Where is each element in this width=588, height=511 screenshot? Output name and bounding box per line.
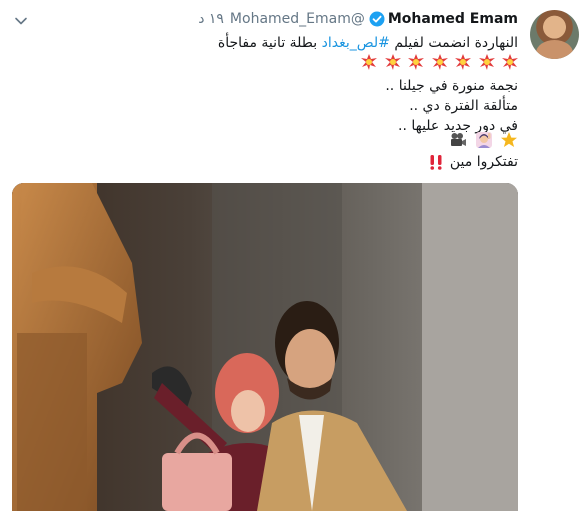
tweet-header: Mohamed Emam @Mohamed_Emam ١٩ د [198, 9, 518, 29]
woman-raising-hand-emoji-icon [475, 132, 492, 148]
author-name[interactable]: Mohamed Emam [388, 11, 518, 27]
collision-emoji-icon [431, 54, 448, 70]
verified-badge-icon [369, 11, 385, 27]
movie-camera-emoji-icon [451, 133, 467, 146]
collision-emoji-icon [478, 54, 495, 70]
tweet-text: بطلة تانية مفاجأة [217, 35, 318, 51]
author-avatar[interactable] [530, 10, 579, 59]
collision-emoji-icon [384, 54, 401, 70]
tweet-text-line-1: النهاردة انضمت لفيلم #لص_بغداد بطلة تاني… [48, 34, 518, 52]
double-exclamation-emoji-icon [430, 155, 442, 170]
tweet-text-line-4: متألقة الفترة دي .. [409, 98, 518, 114]
tweet[interactable]: Mohamed Emam @Mohamed_Emam ١٩ د النهاردة… [0, 0, 588, 511]
tweet-timestamp[interactable]: ١٩ د [198, 11, 224, 27]
tweet-text-line-7: تفتكروا مين [48, 153, 518, 171]
star-emoji-icon [501, 132, 517, 147]
collision-emoji-icon [361, 54, 378, 70]
collision-emoji-icon [455, 54, 472, 70]
tweet-text-line-3: نجمة منورة في جيلنا .. [385, 78, 518, 94]
tweet-text: تفتكروا مين [449, 154, 518, 170]
tweet-text: النهاردة انضمت لفيلم [394, 35, 518, 51]
emoji-row-2 [48, 131, 518, 149]
collision-emoji-icon [502, 54, 518, 70]
emoji-row [48, 53, 518, 71]
photo-scene [12, 183, 518, 511]
chevron-down-icon[interactable] [14, 14, 28, 28]
tweet-media-photo[interactable] [12, 183, 518, 511]
hashtag-link[interactable]: #لص_بغداد [322, 35, 390, 51]
author-handle[interactable]: @Mohamed_Emam [230, 11, 365, 27]
collision-emoji-icon [408, 54, 425, 70]
